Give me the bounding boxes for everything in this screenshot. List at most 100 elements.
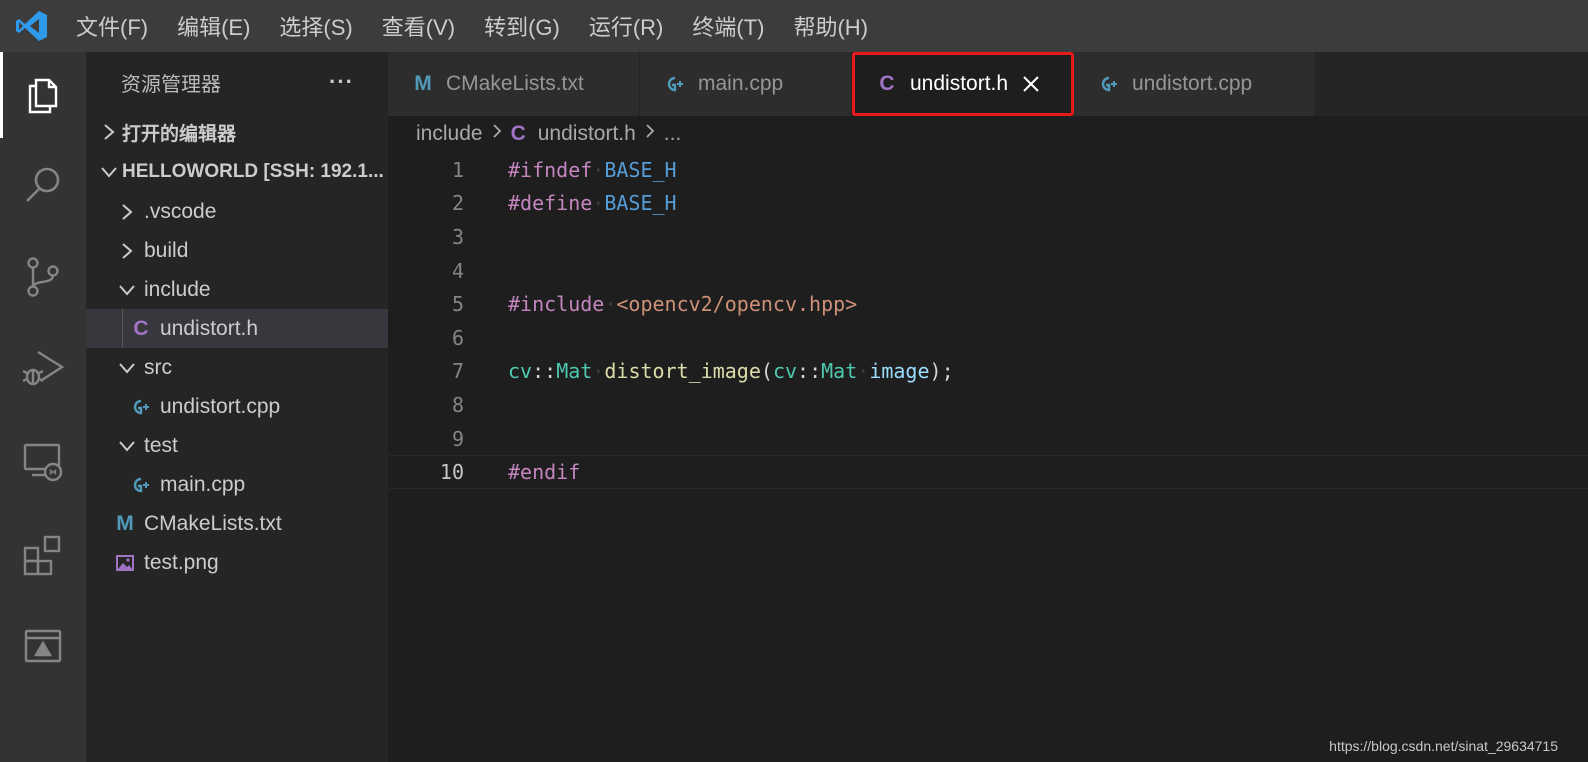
close-icon[interactable] — [1020, 75, 1042, 93]
menu-file[interactable]: 文件(F) — [76, 10, 148, 42]
menu-run[interactable]: 运行(R) — [589, 10, 664, 42]
remote-panel-icon[interactable] — [0, 604, 86, 690]
image-file-icon — [114, 554, 136, 572]
code-token: BASE_H — [604, 157, 677, 182]
line-number: 3 — [451, 224, 464, 249]
chevron-right-icon — [491, 122, 503, 146]
whitespace-marker: · — [592, 157, 605, 182]
menu-edit[interactable]: 编辑(E) — [177, 10, 250, 42]
activity-bar — [0, 52, 86, 762]
code-line[interactable]: 9 — [388, 422, 1588, 456]
code-token: :: — [532, 359, 557, 384]
chevron-down-icon — [116, 361, 138, 375]
tree-item-label: CMakeLists.txt — [144, 511, 282, 535]
vscode-logo-icon[interactable] — [0, 0, 64, 52]
code-line[interactable]: 4 — [388, 254, 1588, 288]
code-text: #endif — [508, 460, 580, 484]
chevron-down-icon — [96, 165, 122, 179]
cpp-file-icon — [1098, 75, 1120, 93]
tree-file-undistort-cpp[interactable]: undistort.cpp — [86, 387, 388, 426]
remote-explorer-icon[interactable] — [0, 418, 86, 504]
indent-guide — [122, 309, 123, 348]
tree-file-main-cpp[interactable]: main.cpp — [86, 465, 388, 504]
breadcrumb-symbols[interactable]: ... — [664, 122, 682, 146]
breadcrumb: include C undistort.h ... — [388, 116, 1588, 152]
code-line[interactable]: 6 — [388, 321, 1588, 355]
tree-item-label: undistort.cpp — [160, 394, 281, 418]
open-editors-section[interactable]: 打开的编辑器 — [86, 112, 388, 152]
code-line[interactable]: 8 — [388, 388, 1588, 422]
line-number: 2 — [451, 191, 464, 216]
code-line[interactable]: 3 — [388, 220, 1588, 254]
menu-view[interactable]: 查看(V) — [382, 10, 455, 42]
cmake-file-icon: M — [116, 511, 134, 535]
line-number: 4 — [451, 258, 464, 283]
tab-main-cpp[interactable]: main.cpp — [640, 52, 852, 116]
code-line[interactable]: 2 #define·BASE_H — [388, 187, 1588, 221]
menu-help[interactable]: 帮助(H) — [793, 10, 868, 42]
tree-folder-vscode[interactable]: .vscode — [86, 192, 388, 231]
tab-undistort-h[interactable]: C undistort.h — [852, 52, 1074, 116]
code-line[interactable]: 7 cv::Mat·distort_image(cv::Mat·image); — [388, 355, 1588, 389]
code-token: Mat — [556, 359, 593, 384]
whitespace-marker: · — [592, 359, 605, 384]
code-text: #include·<opencv2/opencv.hpp> — [508, 292, 857, 316]
whitespace-marker: · — [857, 359, 870, 384]
tree-folder-include[interactable]: include — [86, 270, 388, 309]
tree-item-label: include — [144, 277, 211, 301]
code-line[interactable]: 10 #endif — [388, 455, 1588, 489]
tree-folder-src[interactable]: src — [86, 348, 388, 387]
chevron-right-icon — [116, 203, 138, 221]
tab-undistort-cpp[interactable]: undistort.cpp — [1074, 52, 1316, 116]
tree-item-label: test.png — [144, 550, 219, 574]
editor-tab-bar: M CMakeLists.txt main.cpp C undistort.h … — [388, 52, 1588, 116]
run-debug-icon[interactable] — [0, 324, 86, 410]
files-icon[interactable] — [0, 52, 86, 138]
line-number: 6 — [451, 325, 464, 350]
tree-folder-test[interactable]: test — [86, 426, 388, 465]
code-token: BASE_H — [604, 191, 677, 216]
sidebar-header: 资源管理器 ··· — [86, 52, 388, 112]
code-line[interactable]: 5 #include·<opencv2/opencv.hpp> — [388, 287, 1588, 321]
code-editor[interactable]: 1 #ifndef·BASE_H 2 #define·BASE_H 3 4 5 #includ… — [388, 152, 1588, 762]
workspace-label: HELLOWORLD [SSH: 192.1... — [122, 161, 384, 182]
source-control-icon[interactable] — [0, 234, 86, 320]
code-token: Mat — [821, 359, 858, 384]
workspace-section[interactable]: HELLOWORLD [SSH: 192.1... — [86, 152, 388, 192]
cpp-file-icon — [130, 476, 152, 494]
code-token: image — [869, 359, 930, 384]
menu-selection[interactable]: 选择(S) — [279, 10, 352, 42]
line-number: 10 — [439, 460, 464, 485]
code-line[interactable]: 1 #ifndef·BASE_H — [388, 153, 1588, 187]
open-editors-label: 打开的编辑器 — [122, 123, 237, 145]
breadcrumb-file[interactable]: undistort.h — [538, 122, 636, 146]
tree-item-label: main.cpp — [160, 472, 246, 496]
line-number: 9 — [451, 426, 464, 451]
code-token: cv — [508, 359, 533, 384]
line-number: 5 — [451, 292, 464, 317]
cpp-file-icon — [130, 398, 152, 416]
whitespace-marker: · — [592, 191, 605, 216]
menu-go[interactable]: 转到(G) — [484, 10, 560, 42]
code-text: #ifndef·BASE_H — [508, 158, 677, 182]
tree-file-undistort-h[interactable]: C undistort.h — [86, 309, 388, 348]
menu-terminal[interactable]: 终端(T) — [692, 10, 764, 42]
tree-file-test-png[interactable]: test.png — [86, 543, 388, 582]
chevron-right-icon — [116, 242, 138, 260]
code-token: cv — [772, 359, 798, 384]
code-token: #endif — [508, 460, 581, 485]
breadcrumb-folder[interactable]: include — [416, 122, 483, 146]
search-icon[interactable] — [0, 142, 86, 228]
code-token: #include — [508, 292, 605, 317]
tab-label: CMakeLists.txt — [446, 72, 584, 95]
tree-file-cmakelists[interactable]: M CMakeLists.txt — [86, 504, 388, 543]
more-actions-button[interactable]: ··· — [329, 69, 354, 95]
tree-item-label: src — [144, 355, 172, 379]
tree-item-label: undistort.h — [160, 316, 259, 340]
code-token: ); — [929, 359, 954, 384]
tree-item-label: .vscode — [144, 199, 217, 223]
line-number: 7 — [451, 359, 464, 384]
tab-cmakelists[interactable]: M CMakeLists.txt — [388, 52, 640, 116]
extensions-icon[interactable] — [0, 512, 86, 598]
tree-folder-build[interactable]: build — [86, 231, 388, 270]
